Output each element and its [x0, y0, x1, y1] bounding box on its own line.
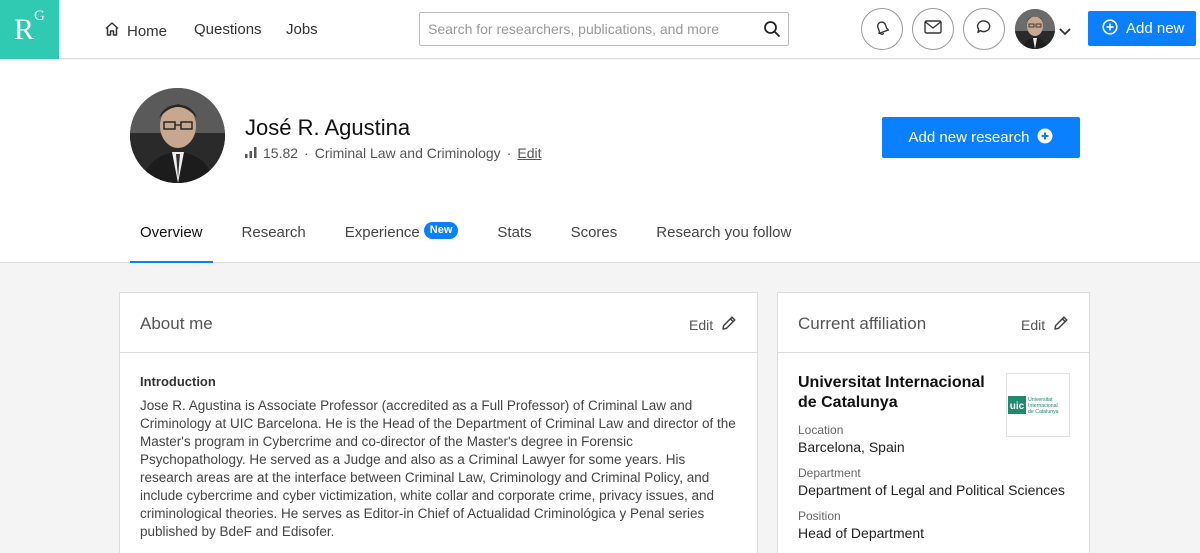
edit-about-button[interactable]: Edit: [689, 315, 737, 334]
profile-header: José R. Agustina 15.82 · Criminal Law an…: [0, 60, 1200, 263]
introduction-heading: Introduction: [140, 374, 216, 389]
add-new-research-button[interactable]: Add new research: [882, 117, 1080, 158]
logo-r: R: [14, 13, 35, 46]
logo-line-3: de Catalunya: [1028, 409, 1059, 415]
profile-name: José R. Agustina: [245, 115, 411, 140]
bar-chart-icon: [245, 145, 257, 161]
department-value: Department of Legal and Political Scienc…: [798, 482, 1065, 498]
edit-affiliation-button[interactable]: Edit: [1021, 315, 1069, 334]
affiliation-title: Current affiliation: [798, 314, 927, 333]
chat-bubble-icon: [975, 18, 993, 41]
pencil-icon: [1053, 315, 1069, 334]
messages-button[interactable]: [912, 8, 954, 50]
about-me-title: About me: [140, 314, 213, 333]
research-field: Criminal Law and Criminology: [314, 145, 501, 161]
bell-icon: [873, 18, 891, 41]
tab-research-you-follow[interactable]: Research you follow: [646, 213, 801, 263]
tab-scores[interactable]: Scores: [561, 213, 628, 263]
introduction-text: Jose R. Agustina is Associate Professor …: [140, 398, 736, 539]
researchgate-logo[interactable]: R G: [0, 0, 59, 59]
logo-g: G: [34, 8, 45, 24]
add-new-button[interactable]: Add new: [1088, 11, 1196, 46]
about-me-card: About me Edit Introduction Jose R. Agust…: [119, 292, 758, 553]
meta-separator: ·: [506, 145, 512, 161]
top-navigation: R G Home Questions Jobs Search for resea…: [0, 0, 1200, 59]
search-box: [419, 12, 789, 46]
nav-jobs-link[interactable]: Jobs: [286, 21, 318, 38]
tab-stats[interactable]: Stats: [487, 213, 541, 263]
meta-separator: ·: [304, 145, 309, 161]
research-score: 15.82: [263, 145, 299, 161]
about-me-header: About me Edit: [120, 293, 757, 353]
tab-experience[interactable]: Experience New: [335, 213, 469, 263]
department-label: Department: [798, 466, 861, 480]
nav-home-link[interactable]: Home: [104, 21, 167, 41]
profile-tabs: Overview Research Experience New Stats S…: [130, 213, 820, 263]
affiliation-header: Current affiliation Edit: [778, 293, 1089, 353]
plus-circle-icon: [1037, 128, 1053, 148]
profile-meta: 15.82 · Criminal Law and Criminology · E…: [245, 145, 541, 161]
chat-button[interactable]: [963, 8, 1005, 50]
position-value: Head of Department: [798, 525, 925, 541]
institution-logo[interactable]: uic Universitat Internacional de Catalun…: [1006, 373, 1070, 437]
nav-home-label: Home: [127, 22, 168, 40]
user-avatar[interactable]: [1015, 9, 1055, 49]
location-label: Location: [798, 423, 844, 437]
current-affiliation-card: Current affiliation Edit Universitat Int…: [777, 292, 1090, 553]
chevron-down-icon[interactable]: [1059, 23, 1071, 41]
tab-overview[interactable]: Overview: [130, 213, 213, 263]
envelope-icon: [924, 19, 942, 39]
home-icon: [104, 21, 120, 41]
profile-photo: [130, 88, 225, 183]
edit-profile-link[interactable]: Edit: [517, 145, 541, 161]
notifications-button[interactable]: [861, 8, 903, 50]
tab-experience-label: Experience: [344, 224, 420, 241]
position-label: Position: [798, 509, 841, 523]
location-value: Barcelona, Spain: [798, 439, 905, 455]
nav-questions-link[interactable]: Questions: [194, 21, 262, 38]
institution-name[interactable]: Universitat Internacional de Catalunya: [798, 373, 1003, 413]
new-badge: New: [423, 222, 459, 239]
logo-uic-text: uic: [1010, 401, 1025, 412]
search-icon[interactable]: [763, 20, 781, 43]
plus-circle-icon: [1102, 18, 1118, 39]
add-new-research-label: Add new research: [908, 129, 1030, 146]
tab-research[interactable]: Research: [232, 213, 316, 263]
edit-about-label: Edit: [689, 316, 714, 333]
add-new-label: Add new: [1126, 20, 1185, 37]
edit-affiliation-label: Edit: [1021, 316, 1046, 333]
search-input[interactable]: [420, 13, 755, 45]
pencil-icon: [721, 315, 737, 334]
